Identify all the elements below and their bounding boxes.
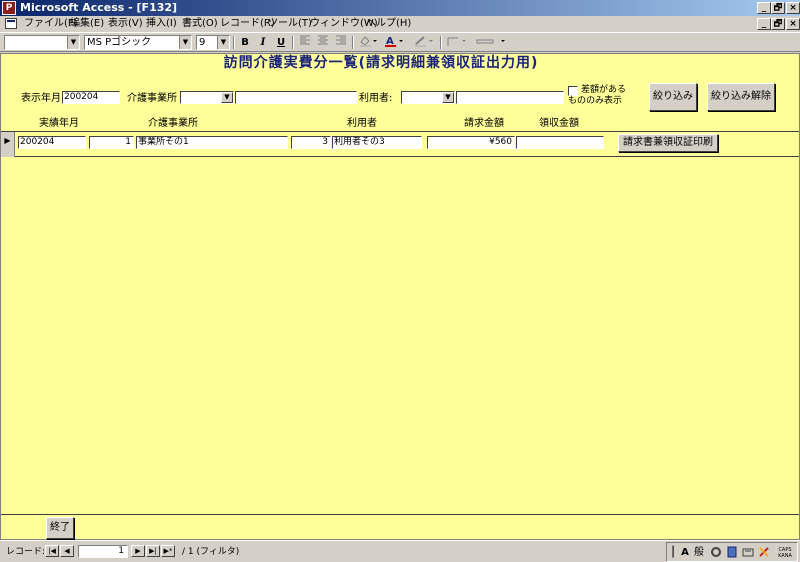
form-area: 訪問介護実費分一覧(請求明細兼領収証出力用) 表示年月 200204 介護事業所… — [0, 53, 800, 540]
ime-conversion-mode[interactable]: 般 — [692, 546, 706, 560]
chevron-down-icon[interactable]: ▼ — [67, 36, 79, 49]
font-size-combo[interactable]: 9 ▼ — [196, 35, 230, 50]
window-title: Microsoft Access - [F132] — [20, 1, 178, 14]
row-office-name[interactable]: 事業所その1 — [136, 136, 288, 149]
toolbar-separator — [292, 36, 294, 49]
row-received-amount[interactable] — [516, 136, 604, 149]
record-selector[interactable]: ▶ — [1, 132, 15, 157]
kana-indicator: KANA — [778, 553, 792, 559]
previous-record-button[interactable]: ◀ — [60, 545, 74, 557]
close-button[interactable]: × — [786, 2, 800, 14]
object-combo[interactable]: ▼ — [4, 35, 80, 50]
filter-button[interactable]: 絞り込み — [649, 83, 697, 111]
grip-icon: ┃ — [669, 547, 677, 558]
menu-edit[interactable]: 編集(E) — [70, 17, 104, 31]
font-name-value: MS Pゴシック — [87, 37, 152, 48]
ime-tool-icon[interactable] — [741, 546, 755, 560]
ime-help-icon[interactable] — [757, 546, 771, 560]
underline-button[interactable]: U — [272, 35, 290, 50]
toolbar-separator — [440, 36, 442, 49]
form-title: 訪問介護実費分一覧(請求明細兼領収証出力用) — [223, 55, 539, 71]
user-code-combo[interactable]: ▼ — [401, 91, 455, 104]
diff-only-checkbox[interactable] — [568, 86, 578, 96]
window-titlebar[interactable]: P Microsoft Access - [F132] _ 🗗 × — [0, 0, 800, 16]
column-header-office: 介護事業所 — [148, 118, 198, 129]
footer-divider — [1, 514, 799, 515]
align-left-icon[interactable] — [296, 35, 314, 50]
record-navigation-bar: レコード: |◀ ◀ 1 ▶ ▶| ▶* / 1 (フィルタ) ┃ A 般 CA… — [0, 540, 800, 562]
chevron-down-icon[interactable]: ▼ — [179, 36, 191, 49]
menu-bar: ファイル(F) 編集(E) 表示(V) 挿入(I) 書式(O) レコード(R) … — [0, 16, 800, 32]
line-color-icon[interactable] — [412, 35, 436, 50]
row-user-id[interactable]: 3 — [291, 136, 331, 149]
formatting-toolbar: ▼ MS Pゴシック ▼ 9 ▼ B I U A — [0, 32, 800, 52]
current-record-input[interactable]: 1 — [78, 545, 128, 558]
column-header-received: 領収金額 — [539, 118, 579, 129]
restore-button[interactable]: 🗗 — [771, 2, 785, 14]
column-header-billed: 請求金額 — [464, 118, 504, 129]
mdi-restore-button[interactable]: 🗗 — [771, 18, 785, 30]
line-width-icon[interactable] — [444, 35, 470, 50]
year-month-input[interactable]: 200204 — [62, 91, 120, 104]
clear-filter-button[interactable]: 絞り込み解除 — [707, 83, 775, 111]
align-right-icon[interactable] — [332, 35, 350, 50]
diff-only-label-2: もののみ表示 — [568, 96, 623, 106]
menu-insert[interactable]: 挿入(I) — [146, 17, 177, 31]
bold-button[interactable]: B — [236, 35, 254, 50]
menu-help[interactable]: ヘルプ(H) — [366, 17, 411, 31]
column-header-user: 利用者 — [347, 118, 377, 129]
menu-records[interactable]: レコード(R) — [220, 17, 275, 31]
font-name-combo[interactable]: MS Pゴシック ▼ — [84, 35, 192, 50]
office-label: 介護事業所 — [127, 93, 177, 104]
column-header-month: 実績年月 — [39, 118, 79, 129]
fill-color-icon[interactable] — [356, 35, 380, 50]
first-record-button[interactable]: |◀ — [45, 545, 59, 557]
year-month-label: 表示年月 — [21, 93, 61, 104]
chevron-down-icon[interactable]: ▼ — [442, 92, 454, 103]
caps-kana-indicator: CAPS KANA — [773, 547, 797, 561]
form-document-icon[interactable] — [5, 18, 17, 29]
user-label: 利用者: — [359, 93, 393, 104]
font-color-icon[interactable]: A — [382, 35, 406, 50]
ime-pad-icon[interactable] — [709, 546, 723, 560]
user-name-field[interactable] — [456, 91, 564, 104]
toolbar-separator — [352, 36, 354, 49]
font-size-value: 9 — [199, 37, 206, 48]
print-invoice-receipt-button[interactable]: 請求書兼領収証印刷 — [618, 134, 718, 152]
row-user-name[interactable]: 利用者その3 — [332, 136, 422, 149]
row-month[interactable]: 200204 — [18, 136, 86, 149]
special-effect-icon[interactable] — [474, 35, 510, 50]
row-office-id[interactable]: 1 — [89, 136, 134, 149]
ime-toolbar: ┃ A 般 CAPS KANA — [666, 542, 798, 562]
diff-only-label-1: 差額がある — [581, 85, 627, 95]
chevron-down-icon[interactable]: ▼ — [221, 92, 233, 103]
new-record-button[interactable]: ▶* — [161, 545, 175, 557]
italic-button[interactable]: I — [254, 35, 272, 50]
mdi-minimize-button[interactable]: _ — [757, 18, 771, 30]
ime-dictionary-icon[interactable] — [725, 546, 739, 560]
office-name-field[interactable] — [235, 91, 357, 104]
record-total: / 1 (フィルタ) — [182, 547, 240, 557]
next-record-button[interactable]: ▶ — [131, 545, 145, 557]
close-form-button[interactable]: 終了 — [46, 517, 74, 539]
office-code-combo[interactable]: ▼ — [180, 91, 234, 104]
record-label: レコード: — [6, 547, 46, 557]
menu-tools[interactable]: ツール(T) — [268, 17, 312, 31]
menu-format[interactable]: 書式(O) — [182, 17, 218, 31]
chevron-down-icon[interactable]: ▼ — [217, 36, 229, 49]
align-center-icon[interactable] — [314, 35, 332, 50]
last-record-button[interactable]: ▶| — [146, 545, 160, 557]
toolbar-separator — [233, 36, 235, 49]
menu-view[interactable]: 表示(V) — [108, 17, 143, 31]
access-key-icon[interactable]: P — [2, 1, 16, 15]
ime-input-mode-icon[interactable]: A — [679, 546, 691, 560]
mdi-close-button[interactable]: × — [786, 18, 800, 30]
minimize-button[interactable]: _ — [757, 2, 771, 14]
row-billed-amount[interactable]: ¥560 — [427, 136, 515, 149]
